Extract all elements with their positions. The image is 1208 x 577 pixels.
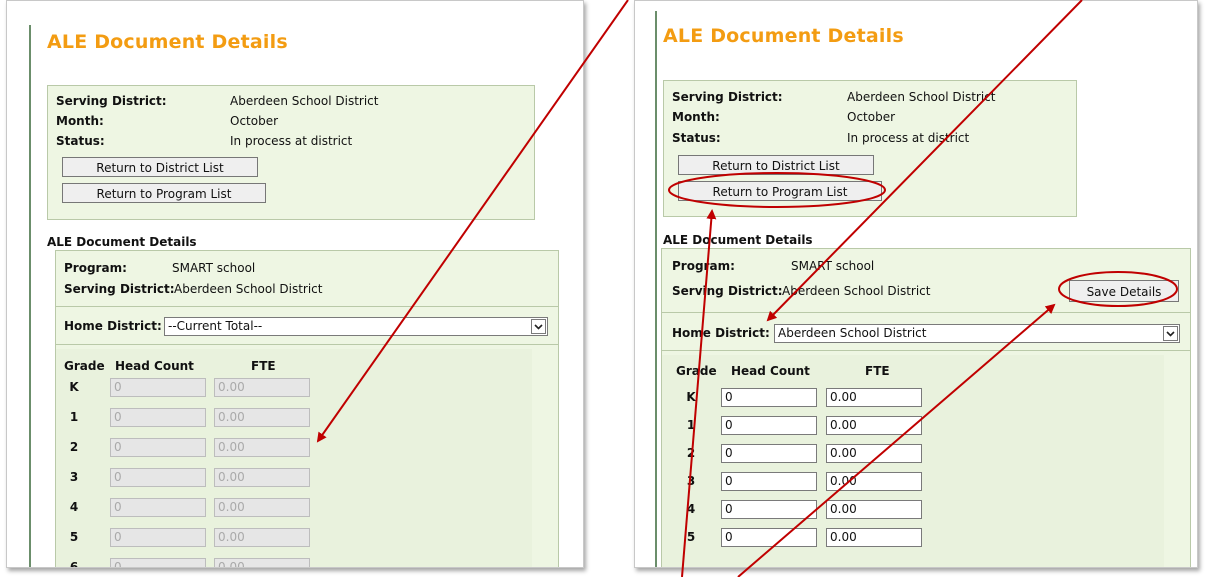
head-count-input[interactable]: 0 [721,472,817,491]
grade-label: 1 [686,418,696,432]
grade-label: K [686,390,696,404]
grade-label: 5 [686,530,696,544]
page-title: ALE Document Details [663,25,904,47]
chevron-down-icon[interactable] [1163,326,1178,341]
home-district-select[interactable]: Aberdeen School District [774,324,1180,343]
serving-district-label: Serving District: [56,94,167,108]
grade-grid: Grade Head Count FTE K 0 0.00 1 0 0.00 2 0 0.00 3… [56,349,532,568]
home-district-label: Home District: [672,326,770,340]
serving-district-label: Serving District: [672,90,783,104]
status-label: Status: [56,134,105,148]
fte-input[interactable]: 0.00 [826,388,922,407]
chevron-down-icon[interactable] [531,319,546,334]
program-value: SMART school [172,261,256,275]
fte-input[interactable]: 0.00 [214,468,310,487]
month-label: Month: [672,110,720,124]
fte-input[interactable]: 0.00 [214,498,310,517]
serving-district-value: Aberdeen School District [847,90,996,104]
status-value: In process at district [230,134,353,148]
section-title: ALE Document Details [47,235,197,249]
grade-label: 4 [686,502,696,516]
right-screenshot-panel: ALE Document Details Serving District: A… [634,0,1198,568]
home-district-select[interactable]: --Current Total-- [164,317,548,336]
right-accent-line [655,11,657,567]
serving-district-value: Aberdeen School District [230,94,379,108]
head-count-input[interactable]: 0 [721,444,817,463]
section-title: ALE Document Details [663,233,813,247]
head-count-input[interactable]: 0 [721,388,817,407]
home-district-label: Home District: [64,319,162,333]
head-count-input[interactable]: 0 [110,378,206,397]
divider [56,306,558,307]
fte-input[interactable]: 0.00 [214,558,310,567]
month-value: October [230,114,279,128]
head-count-input[interactable]: 0 [110,558,206,567]
head-count-column-header: Head Count [731,364,810,378]
status-value: In process at district [847,131,970,145]
fte-column-header: FTE [865,364,890,378]
serving-district-value: Aberdeen School District [174,282,323,296]
head-count-input[interactable]: 0 [110,408,206,427]
grade-grid: Grade Head Count FTE K 0 0.00 1 0 0.00 2 0 0.00 3… [662,355,1164,567]
head-count-input[interactable]: 0 [110,528,206,547]
fte-input[interactable]: 0.00 [214,438,310,457]
status-label: Status: [672,131,721,145]
grade-label: 4 [69,500,79,514]
grade-label: 5 [69,530,79,544]
head-count-input[interactable]: 0 [721,528,817,547]
grade-column-header: Grade [676,364,717,378]
home-district-selected-value: --Current Total-- [168,319,263,333]
grade-label: 6 [69,560,79,568]
return-to-program-list-button[interactable]: Return to Program List [678,181,882,201]
document-info-box: Serving District: Aberdeen School Distri… [47,85,535,220]
grade-label: 1 [69,410,79,424]
serving-district-label: Serving District: [64,282,175,296]
grade-label: 2 [686,446,696,460]
return-to-district-list-button[interactable]: Return to District List [678,155,874,175]
fte-column-header: FTE [251,359,276,373]
return-to-district-list-button[interactable]: Return to District List [62,157,258,177]
head-count-input[interactable]: 0 [110,438,206,457]
divider [662,350,1190,351]
program-label: Program: [64,261,127,275]
home-district-selected-value: Aberdeen School District [778,326,927,340]
fte-input[interactable]: 0.00 [826,528,922,547]
grade-label: 2 [69,440,79,454]
month-value: October [847,110,896,124]
grade-column-header: Grade [64,359,105,373]
head-count-input[interactable]: 0 [110,498,206,517]
serving-district-label: Serving District: [672,284,783,298]
fte-input[interactable]: 0.00 [214,528,310,547]
grade-label: K [69,380,79,394]
grade-label: 3 [69,470,79,484]
fte-input[interactable]: 0.00 [826,416,922,435]
grade-label: 3 [686,474,696,488]
left-screenshot-panel: ALE Document Details Serving District: A… [6,0,584,568]
divider [662,312,1190,313]
program-value: SMART school [791,259,875,273]
fte-input[interactable]: 0.00 [214,378,310,397]
head-count-input[interactable]: 0 [721,500,817,519]
fte-input[interactable]: 0.00 [826,472,922,491]
return-to-program-list-button[interactable]: Return to Program List [62,183,266,203]
serving-district-value: Aberdeen School District [782,284,931,298]
month-label: Month: [56,114,104,128]
divider [56,344,558,345]
document-details-box: Program: SMART school Serving District: … [661,248,1191,567]
head-count-input[interactable]: 0 [110,468,206,487]
fte-input[interactable]: 0.00 [826,500,922,519]
page-title: ALE Document Details [47,31,288,53]
fte-input[interactable]: 0.00 [826,444,922,463]
document-info-box: Serving District: Aberdeen School Distri… [663,80,1077,217]
save-details-button[interactable]: Save Details [1069,280,1179,302]
document-details-box: Program: SMART school Serving District: … [55,250,559,568]
left-accent-line [29,25,31,567]
program-label: Program: [672,259,735,273]
fte-input[interactable]: 0.00 [214,408,310,427]
head-count-column-header: Head Count [115,359,194,373]
head-count-input[interactable]: 0 [721,416,817,435]
